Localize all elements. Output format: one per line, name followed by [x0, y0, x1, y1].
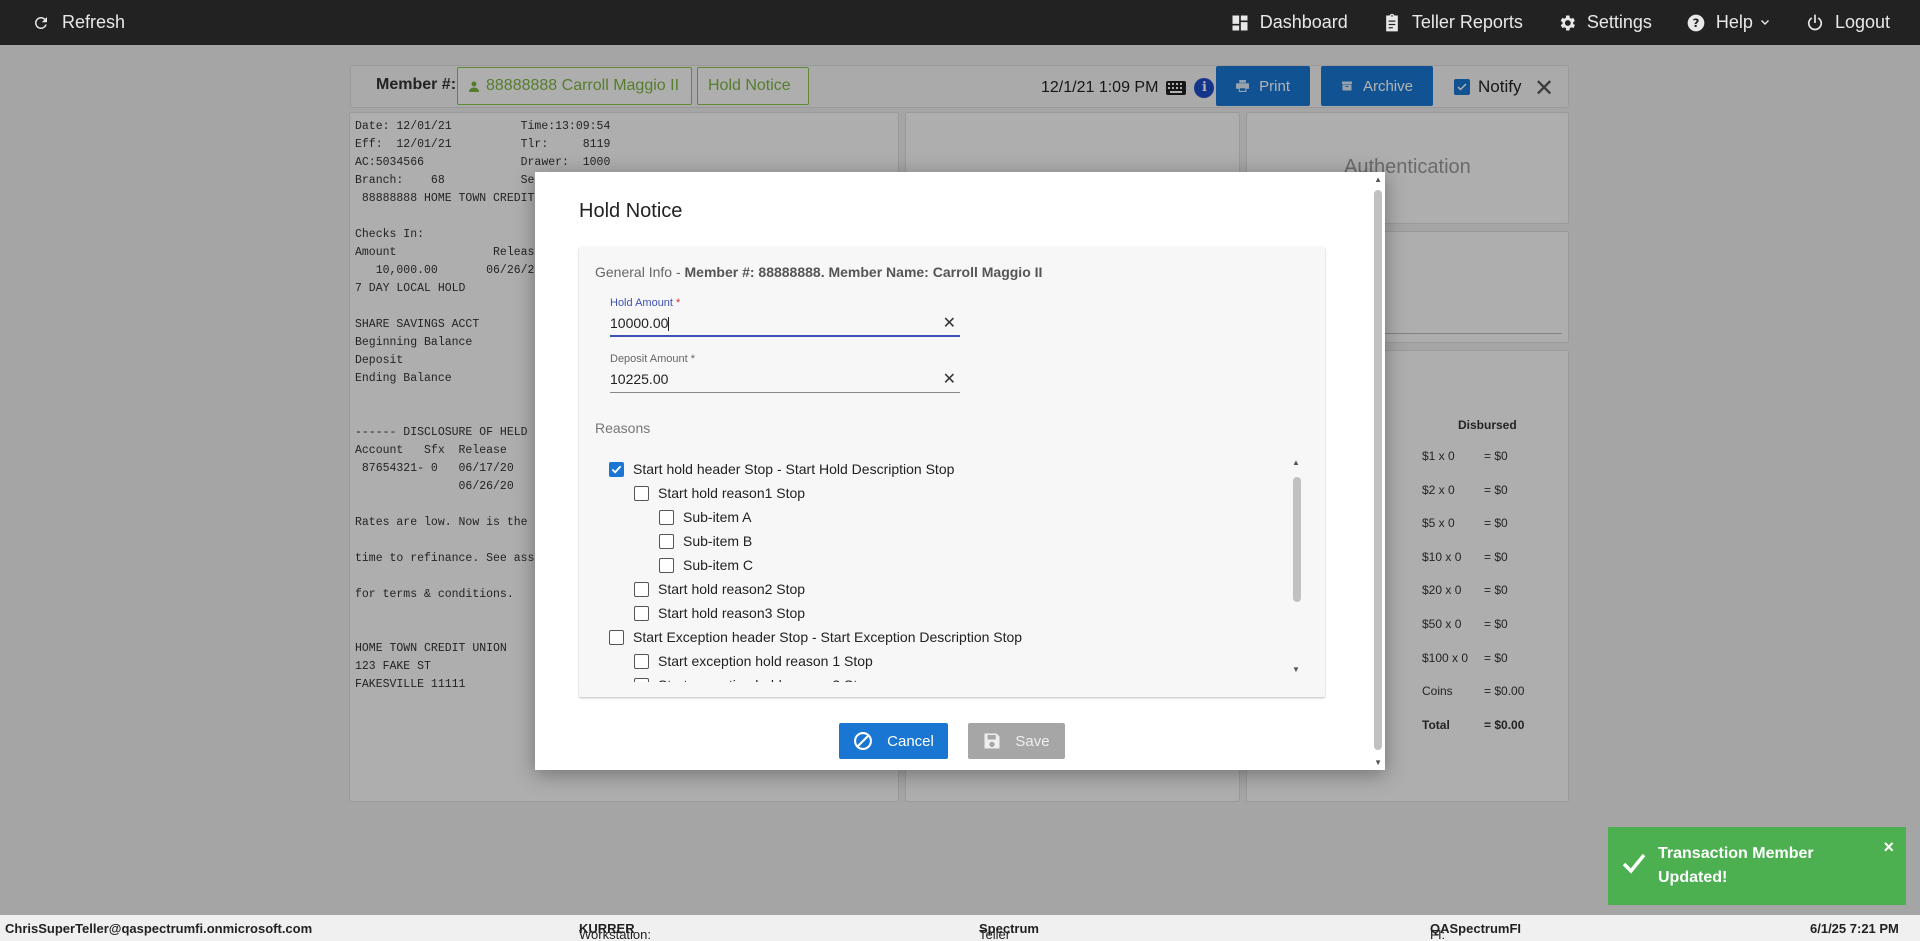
footer-platform: Teller Platform: Spectrum [979, 921, 1039, 941]
general-info-card: General Info - Member #: 88888888. Membe… [579, 247, 1325, 697]
footer-fi: FI: QASpectrumFI [1430, 921, 1522, 941]
reason-label: Start exception hold reason 2 Stop [658, 677, 873, 682]
refresh-button[interactable]: Refresh [32, 0, 125, 45]
hold-amount-label: Hold Amount * [610, 297, 681, 309]
checkbox-unchecked[interactable] [634, 653, 649, 669]
reason-label: Start hold reason2 Stop [658, 581, 806, 597]
deposit-amount-field: Deposit Amount * 10225.00 ✕ [610, 353, 960, 393]
top-navbar: Refresh Dashboard Teller Reports Setting… [0, 0, 1920, 45]
help-menu[interactable]: ? Help [1686, 12, 1771, 33]
reason-item[interactable]: Sub-item A [659, 505, 751, 529]
general-info-heading: General Info - Member #: 88888888. Membe… [595, 264, 1042, 280]
dashboard-link[interactable]: Dashboard [1230, 12, 1348, 33]
floppy-disk-icon [984, 733, 1000, 749]
deposit-amount-value: 10225.00 [610, 371, 669, 387]
reason-label: Start Exception header Stop - Start Exce… [633, 629, 1023, 645]
status-footer: ChrisSuperTeller@qaspectrumfi.onmicrosof… [0, 915, 1920, 941]
logout-link[interactable]: Logout [1805, 12, 1890, 33]
clear-icon[interactable]: ✕ [943, 313, 956, 333]
reason-label: Start hold reason1 Stop [658, 485, 806, 501]
hold-amount-field: Hold Amount * 10000.00 ✕ [610, 297, 960, 337]
hold-amount-input[interactable]: 10000.00 ✕ [610, 315, 960, 337]
reason-item[interactable]: Start hold reason3 Stop [634, 601, 805, 625]
footer-datetime: 6/1/25 7:21 PM [1810, 921, 1899, 936]
general-info-member: Member #: 88888888. Member Name: Carroll… [684, 264, 1043, 280]
success-toast: Transaction Member Updated! × [1608, 827, 1906, 905]
modal-scroll-down-icon[interactable]: ▼ [1374, 758, 1382, 767]
reasons-tree: Start hold header Stop - Start Hold Desc… [609, 457, 1309, 682]
general-info-prefix: General Info - [595, 264, 685, 280]
checkbox-unchecked[interactable] [659, 533, 674, 549]
clear-icon[interactable]: ✕ [943, 369, 956, 389]
reason-label: Start exception hold reason 1 Stop [658, 653, 873, 669]
deposit-amount-input[interactable]: 10225.00 ✕ [610, 371, 960, 393]
teller-reports-label: Teller Reports [1411, 12, 1523, 32]
reasons-scrollbar[interactable] [1293, 477, 1301, 602]
svg-text:?: ? [1693, 16, 1700, 30]
deposit-amount-label: Deposit Amount * [610, 353, 695, 365]
scroll-up-icon[interactable]: ▲ [1292, 458, 1300, 467]
power-icon [1807, 14, 1823, 30]
checkbox-unchecked[interactable] [634, 485, 649, 501]
help-icon: ? [1687, 14, 1705, 31]
help-label: Help [1715, 12, 1753, 32]
hold-amount-value: 10000.00 [610, 315, 669, 331]
checkbox-unchecked[interactable] [634, 581, 649, 597]
settings-link[interactable]: Settings [1557, 12, 1652, 33]
scroll-down-icon[interactable]: ▼ [1292, 665, 1300, 674]
checkbox-checked[interactable] [609, 461, 624, 477]
footer-user: ChrisSuperTeller@qaspectrumfi.onmicrosof… [5, 921, 313, 936]
settings-label: Settings [1586, 12, 1652, 32]
reason-item[interactable]: Start Exception header Stop - Start Exce… [609, 625, 1022, 649]
dashboard-label: Dashboard [1259, 12, 1348, 32]
reason-label: Start hold header Stop - Start Hold Desc… [633, 461, 955, 477]
reason-item[interactable]: Sub-item B [659, 529, 752, 553]
checkmark-icon [1622, 853, 1646, 874]
reason-label: Sub-item C [683, 557, 754, 573]
checkbox-unchecked[interactable] [634, 605, 649, 621]
hold-notice-modal: Hold Notice General Info - Member #: 888… [535, 172, 1385, 770]
modal-scrollbar[interactable] [1374, 190, 1382, 750]
reason-label: Start hold reason3 Stop [658, 605, 806, 621]
checkbox-unchecked[interactable] [609, 629, 624, 645]
checkbox-unchecked[interactable] [659, 557, 674, 573]
checkbox-unchecked[interactable] [659, 509, 674, 525]
teller-reports-link[interactable]: Teller Reports [1382, 12, 1523, 33]
reason-item[interactable]: Start exception hold reason 2 Stop [634, 673, 873, 682]
save-button[interactable]: Save [968, 723, 1065, 759]
reason-item[interactable]: Start exception hold reason 1 Stop [634, 649, 873, 673]
reason-item[interactable]: Start hold reason1 Stop [634, 481, 805, 505]
reason-label: Sub-item A [683, 509, 752, 525]
reasons-label: Reasons [595, 420, 651, 436]
dashboard-icon [1232, 15, 1248, 30]
checkbox-unchecked[interactable] [634, 677, 649, 682]
footer-workstation: Workstation: KURRER [579, 921, 652, 941]
refresh-label: Refresh [62, 12, 126, 32]
save-label: Save [1015, 732, 1050, 750]
refresh-icon [34, 16, 47, 29]
reason-label: Sub-item B [683, 533, 753, 549]
modal-scroll-up-icon[interactable]: ▲ [1374, 175, 1382, 184]
logout-label: Logout [1834, 12, 1890, 32]
cancel-button[interactable]: Cancel [839, 723, 948, 759]
reason-item[interactable]: Start hold reason2 Stop [634, 577, 805, 601]
gear-icon [1560, 15, 1575, 30]
reason-item[interactable]: Start hold header Stop - Start Hold Desc… [609, 457, 954, 481]
close-icon[interactable]: × [1883, 837, 1894, 858]
modal-title: Hold Notice [579, 200, 683, 222]
toast-message: Transaction Member Updated! [1658, 845, 1814, 886]
chevron-down-icon [1760, 19, 1769, 25]
ban-icon [854, 732, 873, 750]
reason-item[interactable]: Sub-item C [659, 553, 753, 577]
cancel-label: Cancel [887, 732, 934, 750]
clipboard-icon [1385, 13, 1398, 31]
